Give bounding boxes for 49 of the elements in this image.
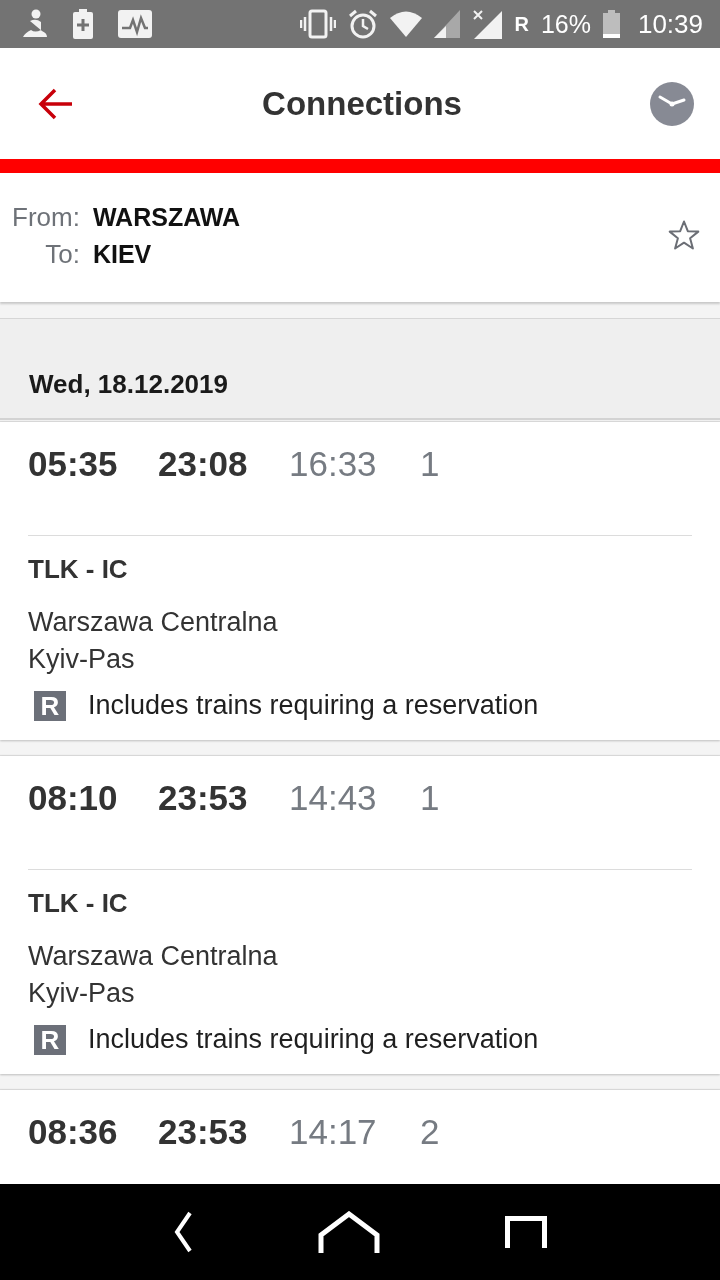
battery-percentage: 16% — [540, 9, 591, 39]
travel-duration: 14:17 — [289, 1111, 377, 1153]
departure-time: 08:10 — [28, 777, 118, 819]
reservation-badge: R — [34, 1024, 66, 1055]
clock-icon[interactable] — [650, 81, 694, 126]
alarm-icon — [348, 9, 379, 39]
train-types: TLK - IC — [28, 553, 129, 585]
origin-station: Warszawa Centralna — [28, 940, 278, 973]
vibrate-icon — [300, 9, 337, 39]
origin-city: WARSZAWA — [92, 201, 241, 233]
destination-station: Kyiv-Pas — [28, 977, 135, 1010]
reservation-badge: R — [34, 690, 66, 721]
connection-card[interactable]: 05:35 23:08 16:33 1 TLK - IC Warszawa Centralna Kyiv-Pas R Includes trains requiring a reservation — [0, 422, 720, 740]
status-time: 10:39 — [637, 9, 703, 39]
nav-back-icon[interactable] — [172, 1211, 193, 1253]
signal-x-icon — [472, 9, 503, 39]
back-arrow-icon[interactable] — [38, 86, 74, 121]
reservation-notice: Includes trains requiring a reservation — [88, 1023, 539, 1056]
reservation-notice: Includes trains requiring a reservation — [88, 689, 539, 722]
departure-time: 08:36 — [28, 1111, 118, 1153]
travel-duration: 16:33 — [289, 443, 377, 485]
arrival-time: 23:08 — [158, 443, 248, 485]
connection-card[interactable]: 08:36 23:53 14:17 2 — [0, 1090, 720, 1184]
destination-city: KIEV — [92, 238, 153, 270]
battery-icon — [602, 10, 620, 38]
transfer-count: 2 — [420, 1111, 440, 1153]
to-label: To: — [44, 237, 80, 271]
origin-station: Warszawa Centralna — [28, 606, 278, 639]
battery-plus-icon — [72, 9, 94, 39]
destination-station: Kyiv-Pas — [28, 643, 135, 676]
transfer-count: 1 — [420, 777, 440, 819]
recent-apps-icon[interactable] — [505, 1216, 548, 1248]
transfer-count: 1 — [420, 443, 440, 485]
signal-icon — [434, 10, 461, 38]
wifi-icon — [390, 11, 423, 37]
screen-title: Connections — [262, 83, 462, 124]
train-types: TLK - IC — [28, 887, 129, 919]
arrival-time: 23:53 — [158, 777, 248, 819]
from-label: From: — [12, 200, 80, 234]
date-heading: Wed, 18.12.2019 — [29, 368, 228, 401]
home-icon[interactable] — [318, 1211, 380, 1253]
pulse-icon — [118, 10, 152, 38]
departure-time: 05:35 — [28, 443, 118, 485]
travel-duration: 14:43 — [289, 777, 377, 819]
arrival-time: 23:53 — [158, 1111, 248, 1153]
connection-card[interactable]: 08:10 23:53 14:43 1 TLK - IC Warszawa Centralna Kyiv-Pas R Includes trains requiring a reservation — [0, 756, 720, 1074]
person-icon — [22, 9, 48, 39]
star-icon[interactable] — [668, 220, 700, 251]
roaming-indicator: R — [514, 12, 529, 37]
